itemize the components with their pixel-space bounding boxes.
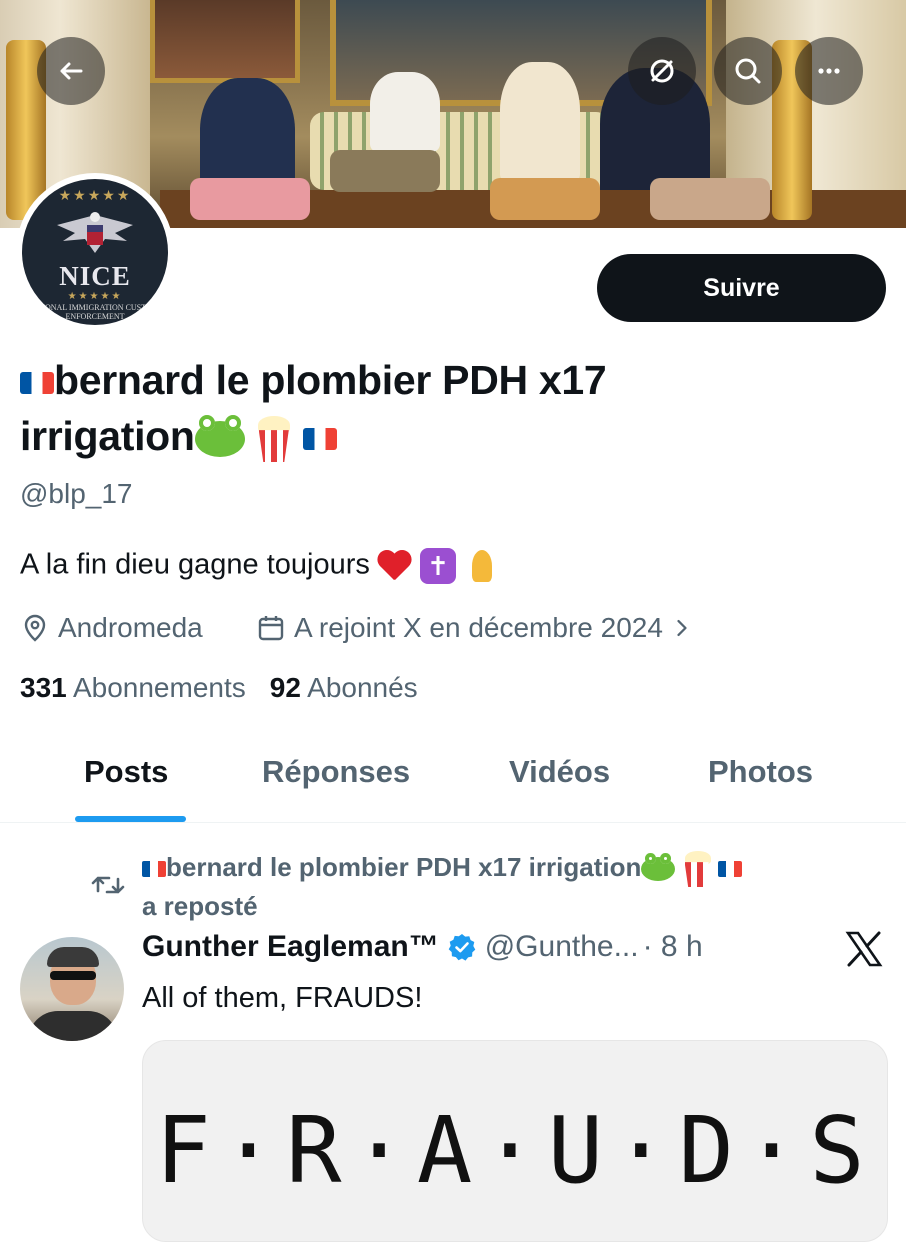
avatar-cap — [47, 947, 99, 967]
grok-slash-icon — [650, 59, 674, 83]
avatar-stars-small: ★★★★★ — [67, 291, 123, 302]
more-button[interactable] — [795, 37, 863, 105]
frog-emoji-icon — [641, 853, 676, 882]
following-link[interactable]: 331 Abonnements — [20, 672, 246, 704]
avatar-stars: ★★★★★ — [58, 187, 132, 203]
france-flag-icon — [302, 428, 337, 451]
profile-location: Andromeda — [20, 608, 203, 648]
frog-emoji-icon — [194, 415, 245, 458]
following-label: Abonnements — [72, 672, 246, 703]
banner-food — [190, 178, 310, 220]
display-name-part2: irrigation — [20, 413, 195, 459]
verified-badge-icon — [448, 934, 476, 961]
banner-person — [500, 62, 580, 182]
follow-button[interactable]: Suivre — [597, 254, 886, 322]
latin-cross-emoji-icon: ✝ — [420, 548, 456, 584]
post-author-handle[interactable]: @Gunthe... — [485, 930, 639, 964]
followers-label: Abonnés — [307, 672, 418, 703]
chevron-right-icon — [677, 619, 687, 637]
arrow-left-icon — [60, 62, 83, 80]
profile-avatar[interactable]: ★★★★★ NICE ★★★★★ NATIONAL IMMIGRATION CU… — [16, 173, 174, 331]
calendar-icon — [258, 616, 284, 641]
profile-tabs: Posts Réponses Vidéos Photos — [0, 740, 906, 823]
tab-videos[interactable]: Vidéos — [509, 754, 610, 790]
bio-text: A la fin dieu gagne toujours — [20, 548, 370, 581]
search-button[interactable] — [714, 37, 782, 105]
post-author-name[interactable]: Gunther Eagleman™ — [142, 930, 439, 964]
followers-count: 92 — [269, 672, 301, 703]
media-frauds-text: F·R·A·U·D·S — [155, 1097, 875, 1204]
followers-link[interactable]: 92 Abonnés — [270, 672, 418, 704]
search-icon — [735, 58, 761, 84]
location-text: Andromeda — [58, 612, 203, 643]
repost-text: bernard le plombier PDH x17 irrigation a… — [142, 848, 882, 925]
banner-food — [650, 178, 770, 220]
popcorn-emoji-icon — [683, 851, 711, 888]
banner-person — [370, 72, 440, 152]
tab-replies[interactable]: Réponses — [262, 754, 410, 790]
avatar-image: ★★★★★ NICE ★★★★★ NATIONAL IMMIGRATION CU… — [22, 179, 168, 325]
display-name-part1: bernard le plombier PDH x17 — [54, 357, 607, 403]
avatar-sunglasses — [50, 971, 96, 980]
tab-posts[interactable]: Posts — [84, 754, 168, 790]
avatar-subtext: NATIONAL IMMIGRATION CUSTOMS ENFORCEMENT — [26, 303, 164, 321]
display-name: bernard le plombier PDH x17 irrigation — [20, 352, 880, 464]
banner-food — [330, 150, 440, 192]
grok-button[interactable] — [628, 37, 696, 105]
profile-stats: 331 Abonnements 92 Abonnés — [20, 672, 418, 704]
post-media-image[interactable]: F·R·A·U·D·S — [142, 1040, 888, 1242]
repost-name: bernard le plombier PDH x17 irrigation — [166, 852, 642, 882]
praying-hands-emoji-icon — [464, 548, 500, 584]
popcorn-emoji-icon — [256, 416, 292, 463]
profile-join-date[interactable]: A rejoint X en décembre 2024 — [256, 608, 695, 648]
france-flag-icon — [20, 372, 54, 395]
post-author-avatar[interactable] — [20, 937, 124, 1041]
profile-handle: @blp_17 — [20, 478, 133, 509]
avatar-shirt — [28, 1011, 118, 1041]
post-header: Gunther Eagleman™ @Gunthe... · 8 h — [142, 930, 703, 964]
following-count: 331 — [20, 672, 67, 703]
post-text: All of them, FRAUDS! — [142, 982, 423, 1014]
banner-food — [490, 178, 600, 220]
repost-suffix: a reposté — [142, 891, 258, 922]
location-pin-icon — [24, 614, 46, 642]
heart-emoji-icon — [378, 551, 412, 581]
tab-photos[interactable]: Photos — [708, 754, 813, 790]
banner-painting-left — [150, 0, 300, 83]
profile-bio: A la fin dieu gagne toujours ✝ — [20, 548, 500, 584]
post-timestamp[interactable]: · 8 h — [643, 930, 703, 964]
active-tab-indicator — [75, 816, 186, 822]
join-date-text: A rejoint X en décembre 2024 — [294, 612, 663, 643]
repost-icon — [91, 876, 125, 894]
avatar-seal-text: NICE — [59, 261, 131, 291]
back-button[interactable] — [37, 37, 105, 105]
x-logo-icon[interactable] — [845, 930, 883, 968]
france-flag-icon — [717, 861, 742, 878]
eagle-icon — [57, 212, 133, 253]
france-flag-icon — [142, 861, 166, 878]
more-dots-icon — [818, 68, 840, 74]
